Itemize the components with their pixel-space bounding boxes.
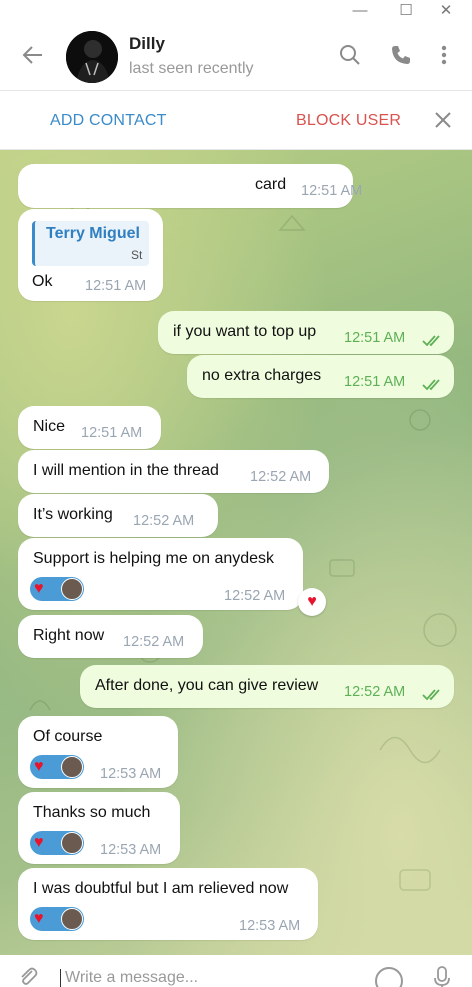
message-time: 12:51 AM: [344, 330, 406, 346]
message-bubble[interactable]: if you want to top up 12:51 AM: [158, 311, 454, 354]
reaction-badge[interactable]: ♥: [30, 907, 84, 931]
chat-header: Dilly last seen recently: [0, 20, 472, 91]
reply-text: St: [131, 248, 143, 262]
minimize-button[interactable]: —: [342, 0, 378, 20]
contact-status: last seen recently: [129, 60, 254, 77]
avatar[interactable]: [66, 31, 118, 83]
double-check-icon: [422, 379, 440, 391]
message-bubble[interactable]: card 12:51 AM: [18, 164, 362, 208]
search-icon[interactable]: [338, 43, 362, 67]
message-text: Support is helping me on anydesk: [33, 550, 275, 567]
message-bubble[interactable]: Terry Miguel St Ok 12:51 AM: [18, 209, 163, 301]
message-time: 12:51 AM: [301, 183, 363, 199]
heart-icon: ♥: [34, 834, 44, 851]
double-check-icon: [422, 689, 440, 701]
message-time: 12:53 AM: [239, 918, 301, 934]
window-close-button[interactable]: ✕: [428, 0, 464, 20]
message-bubble[interactable]: Of course ♥ 12:53 AM: [18, 716, 178, 788]
add-contact-button[interactable]: ADD CONTACT: [50, 112, 167, 130]
message-text: Of course: [33, 728, 103, 745]
message-bubble[interactable]: Right now 12:52 AM: [18, 615, 203, 658]
message-bubble[interactable]: I will mention in the thread 12:52 AM: [18, 450, 329, 493]
message-input[interactable]: Write a message...: [60, 969, 198, 987]
message-text: Nice: [33, 418, 66, 435]
message-text: if you want to top up: [173, 323, 317, 340]
message-bubble[interactable]: no extra charges 12:51 AM: [187, 355, 454, 398]
message-time: 12:52 AM: [344, 684, 406, 700]
message-text: After done, you can give review: [95, 677, 319, 694]
message-text: I will mention in the thread: [33, 462, 219, 479]
attach-icon[interactable]: [16, 965, 40, 987]
reactor-avatar: [61, 908, 83, 930]
more-vertical-icon[interactable]: [432, 43, 456, 67]
reactor-avatar: [61, 578, 83, 600]
message-time: 12:51 AM: [85, 278, 147, 294]
chat-history[interactable]: card 12:51 AM Terry Miguel St Ok 12:51 A…: [0, 150, 472, 955]
message-bubble[interactable]: It’s working 12:52 AM: [18, 494, 218, 537]
reactor-avatar: [61, 832, 83, 854]
message-bubble[interactable]: Support is helping me on anydesk ♥ 12:52…: [18, 538, 303, 610]
message-text: no extra charges: [202, 367, 322, 384]
message-time: 12:52 AM: [133, 513, 195, 529]
message-bubble[interactable]: Thanks so much ♥ 12:53 AM: [18, 792, 180, 864]
message-text: It’s working: [33, 506, 113, 523]
contact-name[interactable]: Dilly: [129, 34, 165, 54]
message-text: Ok: [32, 273, 53, 290]
maximize-button[interactable]: ☐: [388, 0, 424, 20]
back-arrow-icon[interactable]: [18, 40, 48, 70]
contact-action-bar: ADD CONTACT BLOCK USER: [0, 91, 472, 150]
message-text: I was doubtful but I am relieved now: [33, 880, 289, 897]
heart-icon: ♥: [34, 580, 44, 597]
heart-icon[interactable]: ♥: [298, 588, 326, 616]
block-user-button[interactable]: BLOCK USER: [296, 112, 401, 130]
message-text: Thanks so much: [33, 804, 151, 821]
message-text: card: [255, 176, 287, 193]
reaction-badge[interactable]: ♥: [30, 755, 84, 779]
message-time: 12:51 AM: [344, 374, 406, 390]
window-titlebar: — ☐ ✕: [0, 0, 472, 20]
message-time: 12:51 AM: [81, 425, 143, 441]
reply-preview[interactable]: Terry Miguel St: [32, 221, 149, 266]
heart-icon: ♥: [34, 910, 44, 927]
reaction-badge[interactable]: ♥: [30, 577, 84, 601]
heart-icon: ♥: [34, 758, 44, 775]
message-time: 12:53 AM: [100, 842, 162, 858]
message-time: 12:52 AM: [250, 469, 312, 485]
message-time: 12:53 AM: [100, 766, 162, 782]
message-bubble[interactable]: Nice 12:51 AM: [18, 406, 161, 449]
emoji-icon[interactable]: [375, 967, 403, 987]
phone-icon[interactable]: [389, 43, 413, 67]
message-composer: Write a message...: [0, 955, 472, 987]
message-bubble[interactable]: I was doubtful but I am relieved now ♥ 1…: [18, 868, 318, 940]
reaction-badge[interactable]: ♥: [30, 831, 84, 855]
reactor-avatar: [61, 756, 83, 778]
message-text: Right now: [33, 627, 105, 644]
mic-icon[interactable]: [434, 966, 450, 987]
reply-author: Terry Miguel: [46, 225, 140, 242]
message-time: 12:52 AM: [224, 588, 286, 604]
message-bubble[interactable]: After done, you can give review 12:52 AM: [80, 665, 454, 708]
double-check-icon: [422, 335, 440, 347]
close-icon[interactable]: [432, 109, 454, 131]
message-time: 12:52 AM: [123, 634, 185, 650]
